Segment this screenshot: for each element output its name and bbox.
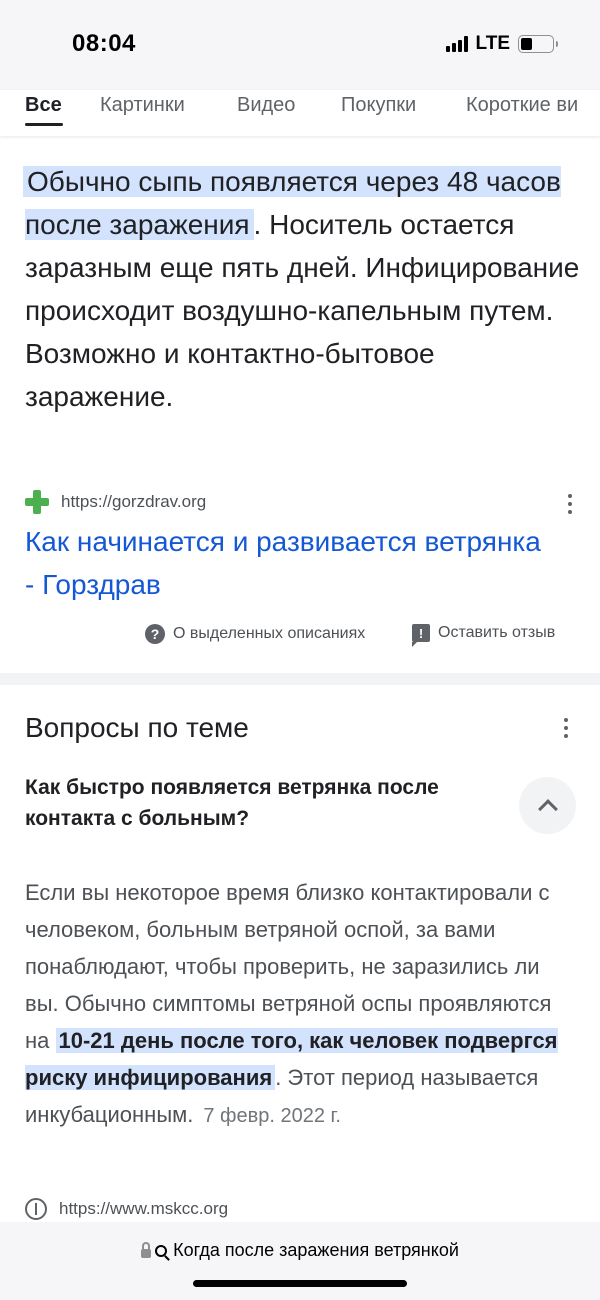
signal-icon: [445, 36, 468, 52]
answer-source[interactable]: https://www.mskcc.org: [25, 1198, 228, 1220]
featured-snippet-text: Обычно сыпь появляется через 48 часов по…: [23, 160, 585, 418]
browser-address-bar: Когда после заражения ветрянкой: [0, 1222, 600, 1300]
battery-icon: [518, 35, 558, 53]
search-icon: [155, 1244, 168, 1257]
address-field[interactable]: Когда после заражения ветрянкой: [0, 1240, 600, 1261]
answer-date: 7 февр. 2022 г.: [203, 1105, 341, 1127]
snippet-source[interactable]: https://gorzdrav.org: [25, 486, 580, 518]
snippet-footer: ? О выделенных описаниях ! Оставить отзы…: [0, 624, 600, 650]
home-indicator[interactable]: [193, 1280, 407, 1287]
tab-all[interactable]: Все: [25, 94, 62, 117]
about-snippets-button[interactable]: ? О выделенных описаниях: [145, 624, 365, 644]
related-question[interactable]: Как быстро появляется ветрянка после кон…: [25, 772, 495, 834]
more-options-icon[interactable]: [568, 494, 572, 514]
address-query: Когда после заражения ветрянкой: [173, 1240, 459, 1260]
chevron-up-icon: [537, 798, 558, 819]
mskcc-icon: [25, 1198, 47, 1220]
status-bar: 08:04 LTE: [0, 0, 600, 90]
search-tabs: Все Картинки Видео Покупки Короткие ви: [0, 90, 600, 136]
status-indicators: LTE: [445, 33, 558, 55]
tab-videos[interactable]: Видео: [237, 94, 295, 117]
battery-level: [521, 38, 532, 50]
lock-icon: [141, 1241, 152, 1258]
feedback-icon: !: [412, 624, 430, 647]
network-type: LTE: [475, 33, 510, 54]
about-snippets-label: О выделенных описаниях: [173, 625, 366, 642]
status-time: 08:04: [72, 30, 136, 57]
related-answer: Если вы некоторое время близко контактир…: [25, 874, 570, 1135]
collapse-button[interactable]: [519, 777, 576, 834]
more-options-icon[interactable]: [564, 718, 568, 738]
answer-source-url[interactable]: https://www.mskcc.org: [59, 1199, 228, 1219]
question-icon: ?: [145, 624, 165, 644]
result-link-title[interactable]: Как начинается и развивается ветрянка - …: [25, 520, 545, 606]
green-cross-icon: [25, 490, 49, 514]
related-questions-title: Вопросы по теме: [25, 712, 249, 743]
tab-shopping[interactable]: Покупки: [341, 94, 416, 117]
section-divider: [0, 673, 600, 685]
active-tab-indicator: [25, 123, 63, 126]
feedback-button[interactable]: ! Оставить отзыв: [412, 624, 556, 647]
source-url[interactable]: https://gorzdrav.org: [61, 492, 206, 512]
tab-images[interactable]: Картинки: [100, 94, 185, 117]
feedback-label: Оставить отзыв: [438, 624, 556, 641]
tab-short-videos[interactable]: Короткие ви: [466, 94, 578, 117]
